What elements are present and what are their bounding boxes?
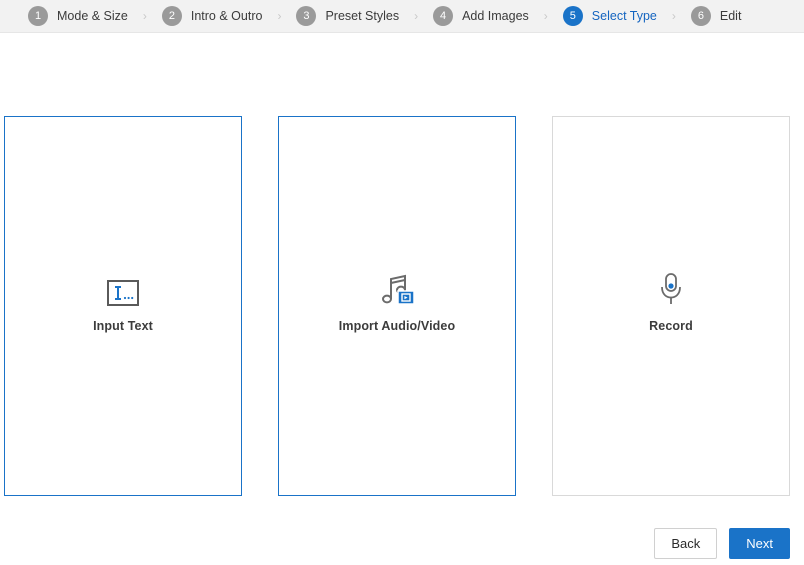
wizard-stepper: 1 Mode & Size › 2 Intro & Outro › 3 Pres… <box>0 0 804 33</box>
stepper-step-2[interactable]: 2 Intro & Outro <box>161 0 263 33</box>
stepper-step-5[interactable]: 5 Select Type <box>562 0 657 33</box>
text-cursor-box-icon <box>106 270 139 306</box>
stepper-step-6[interactable]: 6 Edit <box>690 0 742 33</box>
wizard-footer: Back Next <box>654 528 790 559</box>
step-label: Edit <box>719 9 742 23</box>
step-number-badge: 2 <box>161 6 182 26</box>
card-label: Record <box>649 318 693 333</box>
step-label: Mode & Size <box>57 9 128 23</box>
step-label: Preset Styles <box>325 9 400 23</box>
back-button[interactable]: Back <box>654 528 718 559</box>
chevron-right-icon: › <box>543 9 548 23</box>
chevron-right-icon: › <box>414 9 419 23</box>
microphone-icon <box>658 270 684 306</box>
card-import-audio-video[interactable]: Import Audio/Video <box>278 116 516 496</box>
step-label: Intro & Outro <box>190 9 263 23</box>
step-number-badge: 5 <box>562 6 583 26</box>
card-input-text[interactable]: Input Text <box>4 116 242 496</box>
music-note-video-icon <box>378 270 416 306</box>
stepper-step-3[interactable]: 3 Preset Styles <box>296 0 399 33</box>
chevron-right-icon: › <box>142 9 147 23</box>
stepper-step-4[interactable]: 4 Add Images <box>433 0 529 33</box>
card-record[interactable]: Record <box>552 116 790 496</box>
step-number-badge: 6 <box>690 6 711 26</box>
stepper-step-1[interactable]: 1 Mode & Size <box>28 0 128 33</box>
type-selection-cards: Input Text Import Audio/Video Record <box>4 116 790 498</box>
step-number-badge: 4 <box>433 6 454 26</box>
step-number-badge: 3 <box>296 6 317 26</box>
card-label: Input Text <box>93 318 153 333</box>
step-label: Select Type <box>591 9 657 23</box>
chevron-right-icon: › <box>671 9 676 23</box>
card-label: Import Audio/Video <box>338 318 456 333</box>
next-button[interactable]: Next <box>729 528 790 559</box>
chevron-right-icon: › <box>277 9 282 23</box>
step-number-badge: 1 <box>28 6 48 26</box>
step-label: Add Images <box>462 9 529 23</box>
